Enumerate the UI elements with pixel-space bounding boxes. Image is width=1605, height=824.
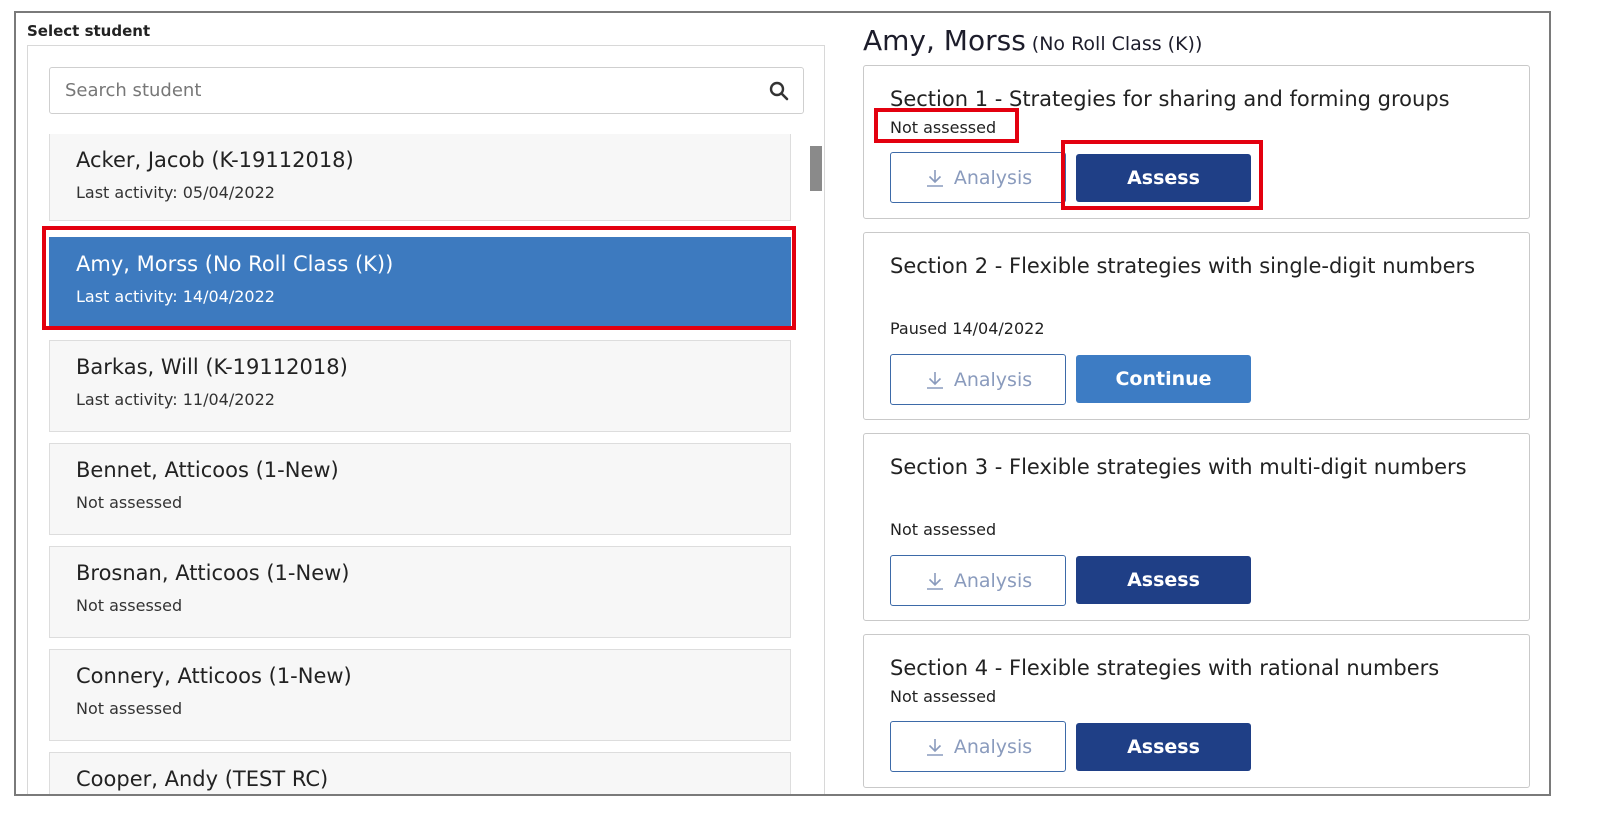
analysis-button[interactable]: Analysis xyxy=(890,354,1066,405)
section-title: Section 3 - Flexible strategies with mul… xyxy=(890,455,1467,479)
search-icon[interactable] xyxy=(769,81,789,101)
student-name: Bennet, Atticoos (1-New) xyxy=(76,458,339,482)
section-card-1: Section 1 - Strategies for sharing and f… xyxy=(863,65,1530,219)
download-icon xyxy=(926,169,943,187)
assess-button[interactable]: Assess xyxy=(1076,723,1251,771)
section-status: Paused 14/04/2022 xyxy=(890,319,1045,338)
analysis-button[interactable]: Analysis xyxy=(890,555,1066,606)
scrollbar-thumb[interactable] xyxy=(810,146,822,191)
download-icon xyxy=(926,572,943,590)
student-name: Cooper, Andy (TEST RC) xyxy=(76,767,329,791)
student-name: Barkas, Will (K-19112018) xyxy=(76,355,348,379)
student-name: Acker, Jacob (K-19112018) xyxy=(76,148,354,172)
analysis-label: Analysis xyxy=(953,368,1033,391)
analysis-label: Analysis xyxy=(953,166,1033,189)
student-item[interactable]: Brosnan, Atticoos (1-New) Not assessed xyxy=(49,546,791,638)
student-item[interactable]: Acker, Jacob (K-19112018) Last activity:… xyxy=(49,134,791,221)
search-input[interactable] xyxy=(65,68,755,113)
student-name: Amy, Morss (No Roll Class (K)) xyxy=(76,252,394,276)
student-heading-name: Amy, Morss xyxy=(863,24,1026,57)
student-heading: Amy, Morss (No Roll Class (K)) xyxy=(863,24,1202,57)
download-icon xyxy=(926,738,943,756)
section-status: Not assessed xyxy=(890,687,997,706)
student-status: Not assessed xyxy=(76,493,183,512)
student-list-panel: Acker, Jacob (K-19112018) Last activity:… xyxy=(27,45,825,794)
select-student-label: Select student xyxy=(27,22,151,40)
assess-button[interactable]: Assess xyxy=(1076,556,1251,604)
section-card-2: Section 2 - Flexible strategies with sin… xyxy=(863,232,1530,420)
student-status: Not assessed xyxy=(76,699,183,718)
student-activity: Last activity: 11/04/2022 xyxy=(76,390,275,409)
download-icon xyxy=(926,371,943,389)
assess-button[interactable]: Assess xyxy=(1076,154,1251,202)
section-card-4: Section 4 - Flexible strategies with rat… xyxy=(863,634,1530,788)
student-name: Connery, Atticoos (1-New) xyxy=(76,664,352,688)
student-heading-class: (No Roll Class (K)) xyxy=(1031,33,1203,55)
analysis-label: Analysis xyxy=(953,735,1033,758)
analysis-label: Analysis xyxy=(953,569,1033,592)
student-item[interactable]: Barkas, Will (K-19112018) Last activity:… xyxy=(49,340,791,432)
section-title: Section 2 - Flexible strategies with sin… xyxy=(890,254,1476,278)
section-title: Section 4 - Flexible strategies with rat… xyxy=(890,656,1440,680)
analysis-button[interactable]: Analysis xyxy=(890,152,1066,203)
student-status: Not assessed xyxy=(76,596,183,615)
student-activity: Last activity: 05/04/2022 xyxy=(76,183,275,202)
section-status: Not assessed xyxy=(890,118,997,137)
student-item[interactable]: Bennet, Atticoos (1-New) Not assessed xyxy=(49,443,791,535)
student-item-selected[interactable]: Amy, Morss (No Roll Class (K)) Last acti… xyxy=(49,237,791,329)
student-item[interactable]: Connery, Atticoos (1-New) Not assessed xyxy=(49,649,791,741)
student-activity: Last activity: 14/04/2022 xyxy=(76,287,275,306)
section-status: Not assessed xyxy=(890,520,997,539)
section-card-3: Section 3 - Flexible strategies with mul… xyxy=(863,433,1530,621)
search-box[interactable] xyxy=(49,67,804,114)
student-item[interactable]: Cooper, Andy (TEST RC) xyxy=(49,752,791,794)
section-title: Section 1 - Strategies for sharing and f… xyxy=(890,87,1450,111)
analysis-button[interactable]: Analysis xyxy=(890,721,1066,772)
student-name: Brosnan, Atticoos (1-New) xyxy=(76,561,350,585)
continue-button[interactable]: Continue xyxy=(1076,355,1251,403)
student-list: Acker, Jacob (K-19112018) Last activity:… xyxy=(49,134,791,794)
